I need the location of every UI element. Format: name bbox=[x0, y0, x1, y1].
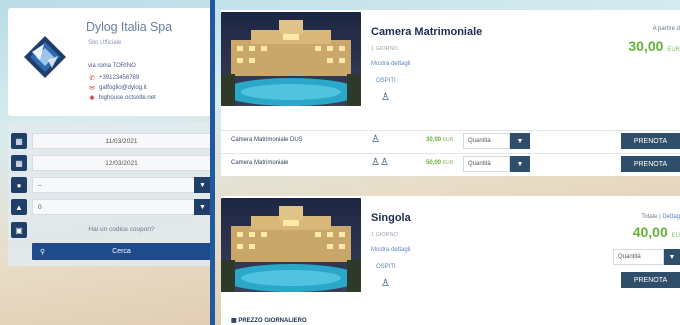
person-icon: ♙♙ bbox=[371, 157, 389, 168]
calendar-icon: ▦ bbox=[11, 133, 27, 149]
rate-row: Camera Matrimoniale DUS ♙ 30,00 EUR Quan… bbox=[221, 130, 680, 150]
total-price-value: 40,00 bbox=[632, 224, 668, 240]
checkout-date-field[interactable]: 12/03/2021 bbox=[32, 155, 211, 171]
room-title: Singola bbox=[371, 212, 411, 224]
contact-address: via roma TORINO bbox=[88, 63, 136, 69]
search-button-label: Cerca bbox=[112, 248, 131, 255]
checkout-row: ▦ 12/03/2021 bbox=[8, 154, 211, 173]
quantity-select[interactable]: Quantità bbox=[463, 133, 510, 149]
rate-price: 50,00 EUR bbox=[426, 160, 453, 166]
checkin-row: ▦ 11/03/2021 bbox=[8, 132, 211, 151]
room-card-singola: Singola 1 GIORNO Mostra dettagli OSPITI … bbox=[221, 196, 680, 325]
starting-price: 30,00 EUR bbox=[628, 38, 680, 54]
chevron-down-icon[interactable]: ▼ bbox=[194, 199, 211, 215]
coupon-link[interactable]: Hai un codice coupon? bbox=[32, 221, 211, 237]
company-website: bighouse.octsolte.net bbox=[99, 95, 156, 101]
book-button[interactable]: PRENOTA bbox=[621, 156, 680, 172]
contact-email[interactable]: ✉ gaffoglio@dylog.it bbox=[88, 84, 147, 92]
room-duration: 1 GIORNO bbox=[371, 46, 398, 52]
person-icon: ♙ bbox=[381, 278, 390, 289]
company-address: via roma TORINO bbox=[88, 63, 136, 69]
ticket-icon: ▣ bbox=[11, 222, 27, 238]
phone-icon: ✆ bbox=[89, 75, 95, 82]
chevron-down-icon[interactable]: ▼ bbox=[510, 133, 530, 149]
chevron-down-icon[interactable]: ▼ bbox=[194, 177, 211, 193]
child-icon: ▲ bbox=[11, 199, 27, 215]
show-details-link[interactable]: Mostra dettagli bbox=[371, 247, 410, 253]
contact-phone[interactable]: ✆ +39123456789 bbox=[88, 74, 139, 82]
rate-price-value: 30,00 bbox=[426, 137, 442, 143]
daily-price-header: ▦ PREZZO GIORNALIERO bbox=[231, 317, 307, 324]
adults-row: ● – ▼ bbox=[8, 176, 211, 195]
room-photo bbox=[221, 198, 361, 292]
company-email: gaffoglio@dylog.it bbox=[99, 85, 147, 91]
rate-price-value: 50,00 bbox=[426, 160, 442, 166]
total-label: Totale | Dettag bbox=[641, 214, 680, 220]
company-subtitle: Sito Ufficiale bbox=[88, 40, 122, 46]
chevron-down-icon[interactable]: ▼ bbox=[664, 249, 680, 265]
calendar-icon: ▦ bbox=[11, 155, 27, 171]
company-phone: +39123456789 bbox=[99, 75, 140, 81]
guests-label: OSPITI bbox=[376, 78, 396, 84]
daily-price-label: PREZZO GIORNALIERO bbox=[238, 318, 307, 324]
children-select[interactable]: 0 bbox=[32, 199, 211, 215]
company-logo bbox=[24, 36, 66, 78]
adults-select[interactable]: – bbox=[32, 177, 211, 193]
room-photo bbox=[221, 12, 361, 106]
rate-price-currency: EUR bbox=[442, 160, 454, 166]
starting-price-value: 30,00 bbox=[628, 38, 664, 54]
rate-row: Camera Matrimoniale ♙♙ 50,00 EUR Quantit… bbox=[221, 153, 680, 173]
web-icon: ✺ bbox=[89, 95, 95, 102]
person-icon: ♙ bbox=[371, 134, 380, 145]
show-details-link[interactable]: Mostra dettagli bbox=[371, 61, 410, 67]
person-icon: ♙ bbox=[381, 92, 390, 103]
contact-website[interactable]: ✺ bighouse.octsolte.net bbox=[88, 94, 156, 102]
chevron-down-icon[interactable]: ▼ bbox=[510, 156, 530, 172]
total-details-link[interactable]: Dettag bbox=[662, 214, 680, 220]
checkin-date-field[interactable]: 11/03/2021 bbox=[32, 133, 211, 149]
rate-price-currency: EUR bbox=[442, 137, 454, 143]
total-price-currency: EU bbox=[671, 233, 680, 239]
adult-icon: ● bbox=[11, 177, 27, 193]
quantity-select[interactable]: Quantità bbox=[463, 156, 510, 172]
guests-label: OSPITI bbox=[376, 264, 396, 270]
company-card: Dylog Italia Spa Sito Ufficiale via roma… bbox=[8, 8, 211, 116]
room-card-matrimoniale: Camera Matrimoniale 1 GIORNO Mostra dett… bbox=[221, 10, 680, 176]
search-icon: ⚲ bbox=[40, 248, 46, 256]
children-row: ▲ 0 ▼ bbox=[8, 198, 211, 217]
room-duration: 1 GIORNO bbox=[371, 232, 398, 238]
search-form: ▦ 11/03/2021 ▦ 12/03/2021 ● – ▼ ▲ 0 ▼ ▣ … bbox=[8, 122, 211, 266]
company-name: Dylog Italia Spa bbox=[86, 20, 172, 34]
search-button[interactable]: ⚲ Cerca bbox=[32, 243, 211, 260]
mail-icon: ✉ bbox=[89, 85, 95, 92]
book-button[interactable]: PRENOTA bbox=[621, 272, 680, 288]
quantity-select[interactable]: Quantità bbox=[613, 249, 664, 265]
book-button[interactable]: PRENOTA bbox=[621, 133, 680, 149]
starting-price-currency: EUR bbox=[667, 47, 680, 53]
total-price: 40,00 EU bbox=[633, 224, 680, 240]
room-title: Camera Matrimoniale bbox=[371, 26, 483, 38]
rate-name: Camera Matrimoniale DUS bbox=[231, 137, 303, 143]
total-prefix: Totale | bbox=[641, 214, 663, 220]
price-from-label: A partire d bbox=[652, 26, 680, 32]
rate-price: 30,00 EUR bbox=[426, 137, 453, 143]
sidebar: Dylog Italia Spa Sito Ufficiale via roma… bbox=[8, 8, 211, 318]
calendar-icon: ▦ bbox=[231, 318, 237, 324]
divider-line bbox=[210, 0, 215, 325]
rate-name: Camera Matrimoniale bbox=[231, 160, 289, 166]
